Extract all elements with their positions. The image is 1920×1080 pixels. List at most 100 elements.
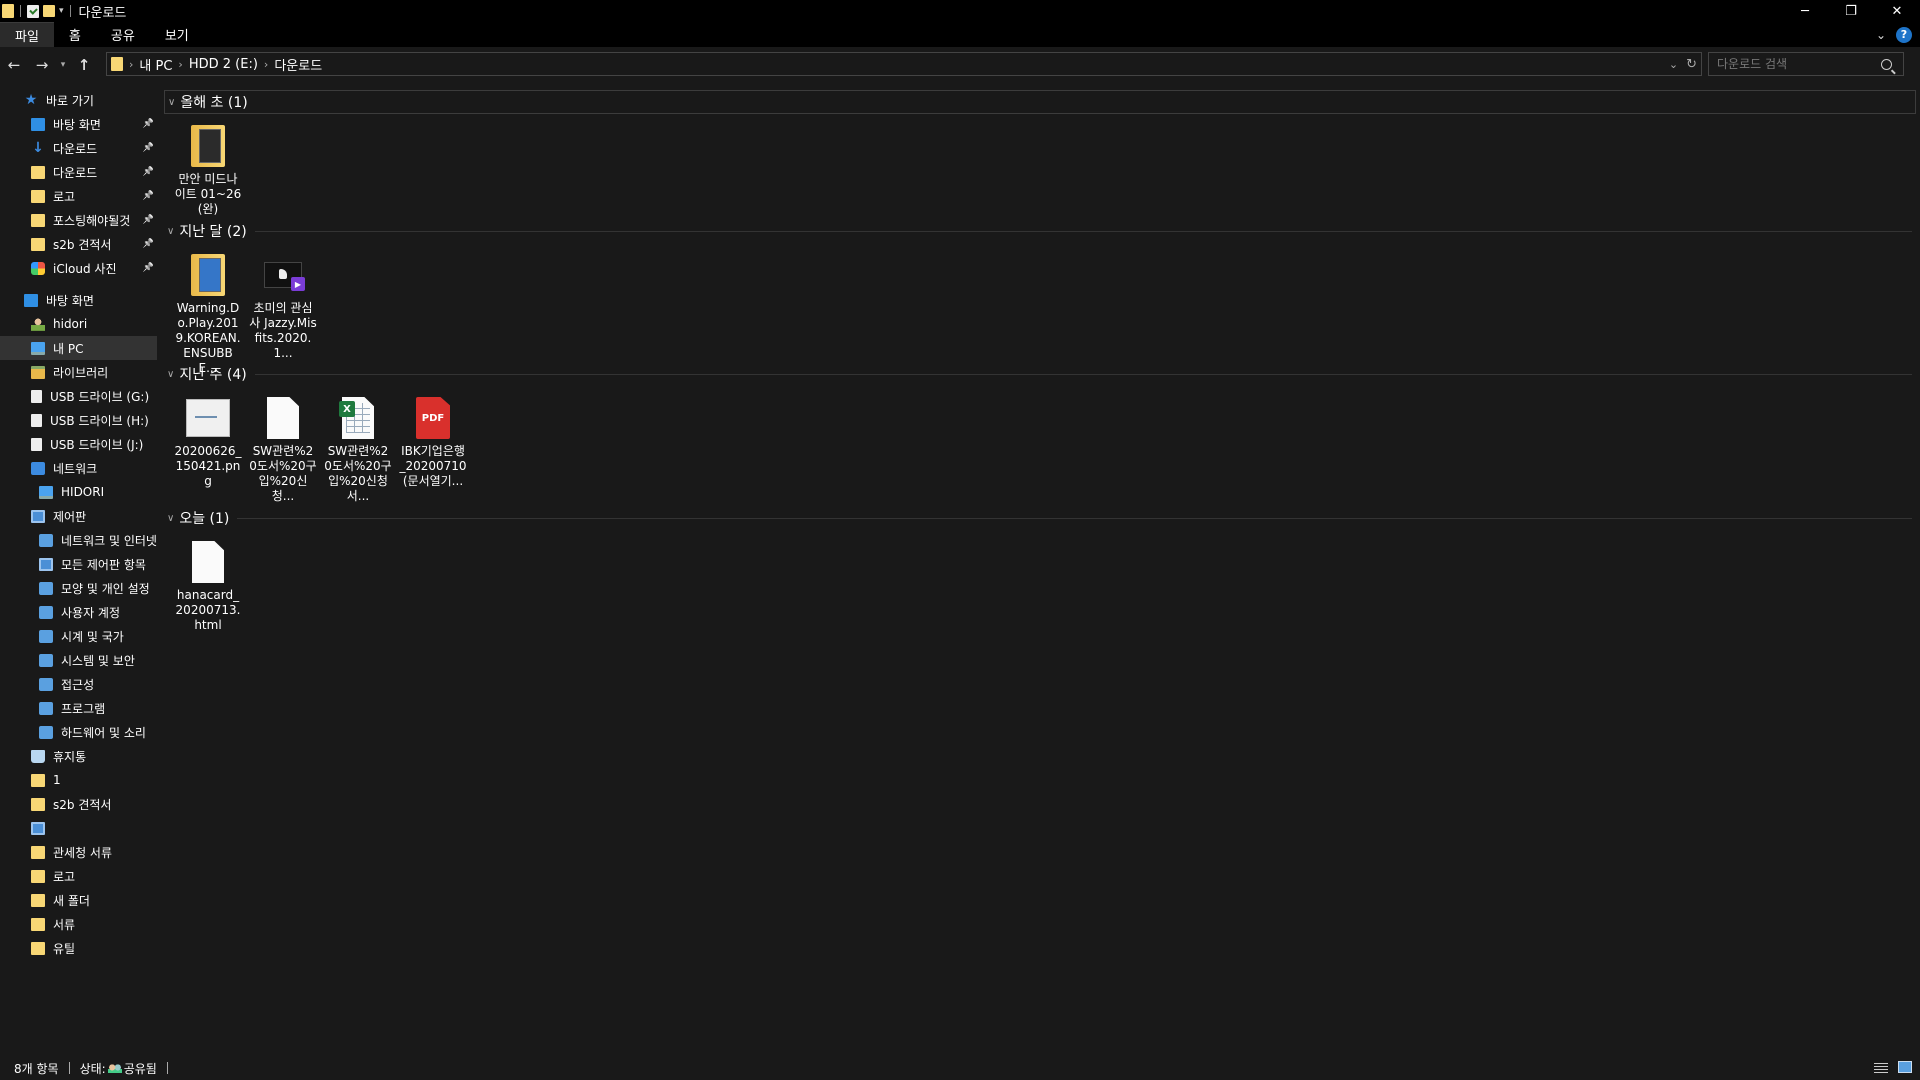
file-name: 만안 미드나이트 01~26(완)	[174, 172, 242, 216]
pin-icon[interactable]: 📌	[143, 263, 154, 273]
expand-ribbon-chevron-icon[interactable]: ⌄	[1876, 28, 1886, 42]
close-button[interactable]: ✕	[1874, 0, 1920, 22]
sidebar-item[interactable]: s2b 견적서 📌	[0, 232, 157, 256]
back-button[interactable]: ←	[0, 51, 28, 79]
large-icons-view-button[interactable]	[1898, 1061, 1912, 1073]
group-label: 지난 주 (4)	[179, 367, 247, 383]
sidebar-item[interactable]: 다운로드 📌	[0, 160, 157, 184]
up-button[interactable]: ↑	[70, 51, 98, 79]
sidebar-item[interactable]: 포스팅해야될것 📌	[0, 208, 157, 232]
pin-icon[interactable]: 📌	[143, 215, 154, 225]
sidebar-item[interactable]: 유틸	[0, 936, 157, 960]
usb-drive-icon	[31, 437, 42, 451]
sidebar-item[interactable]	[0, 816, 157, 840]
sidebar-item[interactable]: 시스템 및 보안	[0, 648, 157, 672]
file-item[interactable]: Warning.Do.Play.2019.KOREAN.ENSUBBE...	[170, 251, 246, 376]
sidebar-item[interactable]: 모양 및 개인 설정	[0, 576, 157, 600]
tab-view[interactable]: 보기	[150, 22, 204, 47]
sidebar-item[interactable]: 바탕 화면	[0, 288, 157, 312]
sidebar-item[interactable]: ★ 바로 가기	[0, 88, 157, 112]
file-item[interactable]: hanacard_20200713.html	[170, 538, 246, 633]
sidebar-item[interactable]: 새 폴더	[0, 888, 157, 912]
properties-icon[interactable]	[27, 4, 39, 18]
sidebar-item-label: hidori	[53, 317, 88, 331]
folder-icon	[31, 773, 45, 787]
window-title: 다운로드	[78, 5, 127, 21]
pin-icon[interactable]: 📌	[143, 167, 154, 177]
sidebar-item[interactable]: HIDORI	[0, 480, 157, 504]
sidebar-item[interactable]: 서류	[0, 912, 157, 936]
group-header-early-this-year[interactable]: ∨ 올해 초 (1)	[164, 90, 1916, 114]
sidebar-item[interactable]: 사용자 계정	[0, 600, 157, 624]
search-input[interactable]	[1709, 57, 1879, 71]
sidebar-item[interactable]: 바탕 화면 📌	[0, 112, 157, 136]
collapse-chevron-icon[interactable]: ∨	[167, 369, 174, 380]
pin-icon[interactable]: 📌	[143, 239, 154, 249]
file-item[interactable]: 20200626_150421.png	[170, 394, 246, 489]
file-list[interactable]: ∨ 올해 초 (1) 만안 미드나이트 01~26(완) ∨ 지난 달 (2) …	[159, 88, 1920, 1056]
search-box[interactable]	[1708, 52, 1904, 76]
file-item[interactable]: SW관련%20도서%20구입%20신청...	[245, 394, 321, 504]
tab-file[interactable]: 파일	[0, 22, 54, 47]
customize-toolbar-icon[interactable]: ▾	[59, 6, 64, 16]
breadcrumb-downloads[interactable]: 다운로드	[268, 55, 328, 74]
accessibility-icon	[39, 677, 53, 691]
sidebar-item[interactable]: USB 드라이브 (G:)	[0, 384, 157, 408]
folder-icon	[31, 797, 45, 811]
sidebar-item[interactable]: 시계 및 국가	[0, 624, 157, 648]
sidebar-item[interactable]: 로고	[0, 864, 157, 888]
details-view-button[interactable]	[1874, 1061, 1888, 1073]
file-item[interactable]: 만안 미드나이트 01~26(완)	[170, 122, 246, 217]
sidebar-item[interactable]: 로고 📌	[0, 184, 157, 208]
sidebar-item[interactable]: 네트워크 및 인터넷	[0, 528, 157, 552]
tab-share[interactable]: 공유	[96, 22, 150, 47]
address-bar[interactable]: › 내 PC › HDD 2 (E:) › 다운로드 ⌄ ↻	[106, 52, 1702, 76]
sidebar-item[interactable]: 라이브러리	[0, 360, 157, 384]
address-dropdown-chevron-icon[interactable]: ⌄	[1669, 58, 1678, 71]
minimize-button[interactable]: ─	[1782, 0, 1828, 22]
pin-icon[interactable]: 📌	[143, 191, 154, 201]
recent-locations-chevron-icon[interactable]: ▾	[56, 51, 70, 79]
tab-home[interactable]: 홈	[54, 22, 96, 47]
restore-button[interactable]: ❐	[1828, 0, 1874, 22]
sidebar-item[interactable]: 관세청 서류	[0, 840, 157, 864]
breadcrumb-drive[interactable]: HDD 2 (E:)	[183, 57, 264, 72]
forward-button[interactable]: →	[28, 51, 56, 79]
group-header-last-week[interactable]: ∨ 지난 주 (4)	[164, 362, 1916, 386]
sidebar-item-label: USB 드라이브 (G:)	[50, 389, 150, 404]
group-header-last-month[interactable]: ∨ 지난 달 (2)	[164, 219, 1916, 243]
sidebar-item[interactable]: 1	[0, 768, 157, 792]
sidebar-item[interactable]: 하드웨어 및 소리	[0, 720, 157, 744]
search-icon[interactable]	[1881, 58, 1892, 70]
breadcrumb-pc[interactable]: 내 PC	[133, 55, 178, 74]
navigation-pane[interactable]: ★ 바로 가기 바탕 화면 📌 ↓ 다운로드 📌 다운로드 📌 로고 📌 포스팅해야될것 📌 s2b 견적…	[0, 88, 157, 1056]
pin-icon[interactable]: 📌	[143, 143, 154, 153]
sidebar-item[interactable]: 휴지통	[0, 744, 157, 768]
sidebar-item[interactable]: 내 PC	[0, 336, 157, 360]
sidebar-item[interactable]: s2b 견적서	[0, 792, 157, 816]
group-header-today[interactable]: ∨ 오늘 (1)	[164, 506, 1916, 530]
help-icon[interactable]: ?	[1896, 26, 1912, 43]
sidebar-item[interactable]: iCloud 사진 📌	[0, 256, 157, 280]
sidebar-item[interactable]: 제어판	[0, 504, 157, 528]
sidebar-item[interactable]: 네트워크	[0, 456, 157, 480]
sidebar-item[interactable]: 접근성	[0, 672, 157, 696]
file-item[interactable]: ▶ 초미의 관심사 Jazzy.Misfits.2020.1...	[245, 251, 321, 361]
folder-thumbnail-icon	[184, 251, 232, 299]
refresh-icon[interactable]: ↻	[1686, 57, 1697, 72]
file-item[interactable]: PDF IBK기업은행_20200710(문서열기...	[395, 394, 471, 489]
collapse-chevron-icon[interactable]: ∨	[168, 97, 175, 108]
pin-icon[interactable]: 📌	[143, 119, 154, 129]
sidebar-item[interactable]: ↓ 다운로드 📌	[0, 136, 157, 160]
folder-icon	[31, 213, 45, 227]
sidebar-item[interactable]: USB 드라이브 (J:)	[0, 432, 157, 456]
new-folder-icon[interactable]	[43, 5, 55, 17]
sidebar-item-label: USB 드라이브 (H:)	[50, 413, 149, 428]
sidebar-item[interactable]: 모든 제어판 항목	[0, 552, 157, 576]
file-item[interactable]: X SW관련%20도서%20구입%20신청서...	[320, 394, 396, 504]
sidebar-item[interactable]: hidori	[0, 312, 157, 336]
collapse-chevron-icon[interactable]: ∨	[167, 513, 174, 524]
sidebar-item[interactable]: 프로그램	[0, 696, 157, 720]
collapse-chevron-icon[interactable]: ∨	[167, 226, 174, 237]
sidebar-item[interactable]: USB 드라이브 (H:)	[0, 408, 157, 432]
